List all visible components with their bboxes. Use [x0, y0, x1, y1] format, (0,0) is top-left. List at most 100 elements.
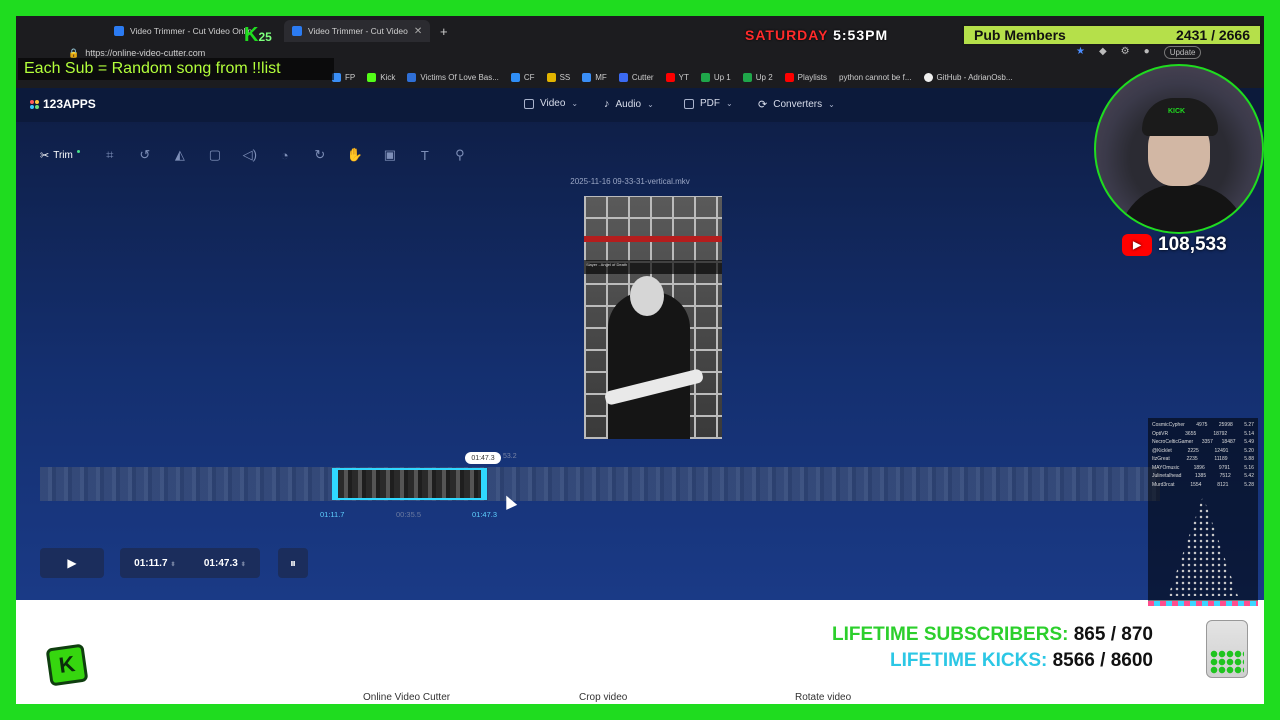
- bookmark-cutter[interactable]: Cutter: [618, 72, 654, 82]
- lifetime-stats: LIFETIME SUBSCRIBERS: 865 / 870 LIFETIME…: [832, 622, 1153, 674]
- trim-end-label: 01:47.3: [472, 510, 498, 519]
- logo-dots-icon: [30, 99, 39, 109]
- leaderboard-cell-a: 2225: [1187, 447, 1199, 454]
- plinko-slots: [1148, 601, 1258, 606]
- bookmark-ss[interactable]: SS: [546, 72, 570, 82]
- preview-head: [630, 276, 664, 316]
- pub-members-counter: Pub Members 2431 / 2666: [962, 24, 1262, 46]
- preview-red-bar: [584, 236, 722, 242]
- trim-start-label: 01:11.7: [320, 510, 345, 519]
- bookmark-kick[interactable]: Kick: [367, 72, 395, 82]
- leaderboard-cell-b: 12491: [1214, 447, 1229, 454]
- speed-icon[interactable]: ◔: [276, 146, 294, 164]
- nav-video[interactable]: Video ⌄: [524, 98, 578, 109]
- kick-overlay-logo: K25: [244, 24, 272, 46]
- pdf-icon: [684, 98, 694, 109]
- bookmark-yt[interactable]: YT: [665, 72, 689, 82]
- leaderboard-cell-b: 18792: [1213, 430, 1228, 437]
- leaderboard-cell-name: MAYOmusic: [1152, 464, 1180, 471]
- stabilize-icon[interactable]: ✋: [346, 146, 364, 164]
- file-name: 2025-11-16 09-33-31-vertical.mkv: [570, 177, 690, 186]
- browser-tab-1[interactable]: Video Trimmer - Cut Video Onlin: [106, 20, 260, 42]
- update-button[interactable]: Update: [1163, 46, 1202, 59]
- profile-icon[interactable]: ●: [1144, 46, 1150, 59]
- nav-pdf[interactable]: PDF ⌄: [684, 98, 733, 109]
- footer-link-online-video-cutter[interactable]: Online Video Cutter: [363, 692, 450, 703]
- more-tools-icon[interactable]: ⚲: [451, 146, 469, 164]
- footer-link-rotate-video[interactable]: Rotate video: [795, 692, 851, 703]
- leaderboard-cell-name: NecroCelticGamer: [1152, 439, 1194, 445]
- lifetime-subs-value: 865 / 870: [1073, 624, 1153, 645]
- extension-icon[interactable]: ◆: [1099, 46, 1107, 59]
- webcam-feed: KICK: [1094, 64, 1264, 234]
- image-icon[interactable]: ▣: [381, 146, 399, 164]
- crop-icon[interactable]: ⌗: [101, 146, 119, 164]
- leaderboard-cell-c: 5.27: [1244, 422, 1254, 428]
- flip-icon[interactable]: ◭: [171, 146, 189, 164]
- bookmark-playlists[interactable]: Playlists: [784, 72, 827, 82]
- tab-favicon-icon: [114, 26, 124, 36]
- leaderboard-cell-b: 18487: [1221, 439, 1236, 445]
- bookmark-fp[interactable]: FP: [332, 72, 355, 82]
- leaderboard-row: NecroCelticGamer 3357 18487 5.49: [1152, 439, 1254, 448]
- nav-audio[interactable]: ♪ Audio ⌄: [604, 98, 654, 110]
- youtube-icon: [784, 72, 794, 82]
- leaderboard-cell-a: 1385: [1194, 473, 1207, 479]
- play-button[interactable]: ▶: [40, 548, 104, 578]
- leaderboard-row: Julinetalhead 1385 7512 5.42: [1152, 473, 1254, 482]
- leaderboard-cell-b: 11189: [1214, 456, 1228, 462]
- browser-tab-2[interactable]: Video Trimmer - Cut Video ✕: [284, 20, 431, 42]
- bookmark-mf[interactable]: MF: [582, 72, 607, 82]
- end-time-input[interactable]: 01:47.3 ⬍: [204, 558, 246, 569]
- start-time-input[interactable]: 01:11.7 ⬍: [134, 558, 175, 569]
- youtube-icon: ▶: [1122, 234, 1152, 256]
- split-button[interactable]: ⏸: [278, 548, 308, 578]
- timeline-track[interactable]: [40, 467, 1160, 501]
- star-icon[interactable]: ★: [1076, 46, 1085, 59]
- leaderboard-cell-name: Murd3rcat: [1152, 481, 1175, 488]
- footer-link-crop-video[interactable]: Crop video: [579, 692, 627, 703]
- leaderboard-cell-c: 5.49: [1244, 439, 1254, 445]
- close-tab-icon[interactable]: ✕: [414, 26, 422, 37]
- bookmark-python[interactable]: python cannot be f...: [839, 73, 912, 82]
- clock-time: 5:53PM: [833, 27, 889, 43]
- bookmark-cf[interactable]: CF: [510, 72, 535, 82]
- kick-icon: [367, 72, 377, 82]
- kick-badge-icon: K: [45, 643, 89, 687]
- video-preview[interactable]: Slayer - Angel of Death: [584, 196, 722, 439]
- resize-icon[interactable]: ▢: [206, 146, 224, 164]
- kicks-jar-icon: [1206, 620, 1248, 678]
- play-icon: ▶: [67, 556, 77, 570]
- leaderboard-cell-name: Julinetalhead: [1152, 473, 1182, 479]
- leaderboard-cell-a: 3655: [1185, 430, 1197, 437]
- bookmark-icon: [742, 72, 752, 82]
- bookmark-github[interactable]: GitHub - AdrianOsb...: [923, 72, 1013, 82]
- edit-toolbar: ✂ Trim ⌗ ↺ ◭ ▢ ◁) ◔ ↻ ✋ ▣ T ⚲: [40, 144, 469, 166]
- youtube-icon: [665, 72, 675, 82]
- trim-selection[interactable]: [332, 468, 487, 500]
- trim-tool[interactable]: ✂ Trim: [40, 146, 84, 164]
- volume-icon[interactable]: ◁): [241, 146, 259, 164]
- bookmark-victims[interactable]: Victims Of Love Bas...: [407, 72, 499, 82]
- trim-duration-label: 00:35.5: [396, 510, 422, 519]
- stepper-icon[interactable]: ⬍: [241, 562, 246, 568]
- webcam-body: [1118, 184, 1248, 232]
- cap-logo: KICK: [1168, 108, 1186, 115]
- stepper-icon[interactable]: ⬍: [171, 562, 176, 568]
- settings-icon[interactable]: ⚙: [1121, 46, 1130, 59]
- url-text: https://online-video-cutter.com: [85, 48, 206, 58]
- lock-icon: 🔒: [68, 47, 80, 58]
- loop-icon[interactable]: ↻: [311, 146, 329, 164]
- bookmark-icon: [618, 72, 628, 82]
- new-tab-button[interactable]: +: [432, 20, 456, 42]
- bookmark-icon: [407, 72, 417, 82]
- nav-converters[interactable]: ⟳ Converters ⌄: [758, 98, 835, 111]
- app-logo[interactable]: 123APPS: [30, 97, 96, 111]
- hover-time: 53.2: [503, 453, 517, 460]
- bookmark-up1[interactable]: Up 1: [700, 72, 731, 82]
- text-icon[interactable]: T: [416, 146, 434, 164]
- bookmark-up2[interactable]: Up 2: [742, 72, 773, 82]
- bookmark-icon: [582, 72, 592, 82]
- rotate-icon[interactable]: ↺: [136, 146, 154, 164]
- tab-title: Video Trimmer - Cut Video: [308, 26, 408, 36]
